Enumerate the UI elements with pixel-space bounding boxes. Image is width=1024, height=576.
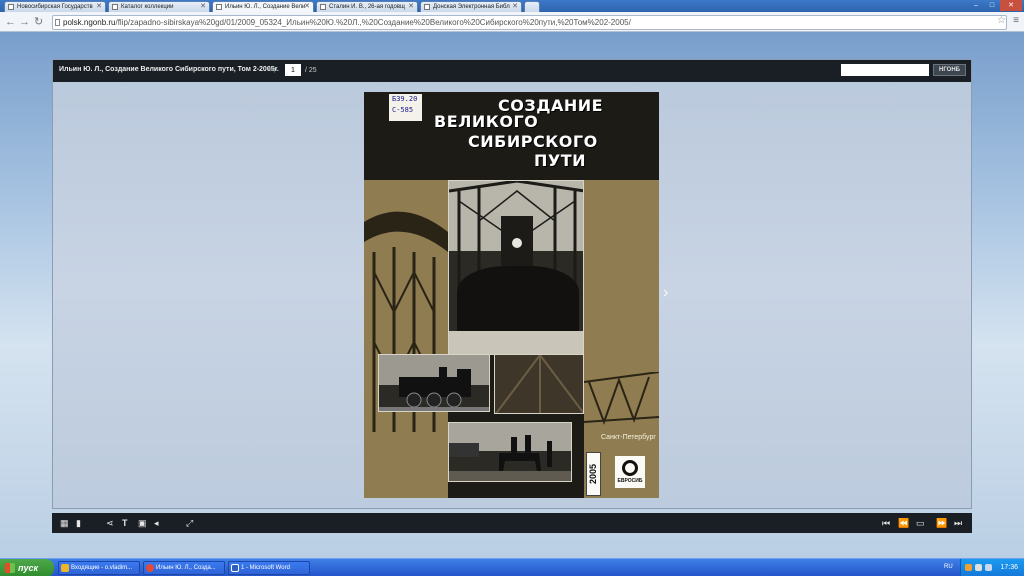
page-icon (320, 4, 326, 10)
task-label: 1 - Microsoft Word (241, 565, 290, 571)
cover-title-line-3: СИБИРСКОГО (468, 132, 598, 151)
tab-close-icon[interactable]: ✕ (200, 2, 206, 12)
tab-close-icon[interactable]: ✕ (408, 2, 414, 12)
viewer-header: Ильин Ю. Л., Создание Великого Сибирског… (53, 60, 971, 82)
share-icon[interactable]: ⋖ (106, 517, 114, 529)
bridge-truss (584, 372, 659, 425)
task-label: Входящие - o.vladim... (71, 565, 133, 571)
thumbnails-grid-icon[interactable]: ▦ (60, 517, 69, 529)
publisher-name: ЕВРОСИБ (617, 478, 643, 484)
page-icon (216, 4, 222, 10)
tab-close-icon[interactable]: ✕ (512, 2, 518, 12)
tab-close-icon[interactable]: ✕ (304, 2, 310, 12)
maximize-icon[interactable]: □ (984, 0, 1000, 11)
cover-title-line-4: ПУТИ (534, 151, 587, 170)
tab-don-library[interactable]: Донская Электронная Библ ✕ (420, 1, 522, 12)
taskbar-item-chrome[interactable]: Ильин Ю. Л., Созда... (143, 561, 225, 575)
tab-ilyin-book[interactable]: Ильин Ю. Л., Создание Вели ✕ (212, 1, 314, 12)
document-title: Ильин Ю. Л., Создание Великого Сибирског… (59, 66, 279, 73)
close-window-icon[interactable]: ✕ (1000, 0, 1022, 11)
page-icon (424, 4, 430, 10)
publisher-logo-icon (622, 460, 638, 476)
browser-tabstrip: Новосибирская Государств ✕ Каталог колле… (0, 0, 1024, 12)
fullscreen-icon[interactable]: ⤢ (186, 517, 193, 529)
publisher-city: Санкт-Петербург (601, 434, 656, 441)
bookmark-star-icon[interactable]: ☆ (997, 15, 1006, 26)
new-tab-button[interactable] (524, 1, 540, 12)
last-page-icon[interactable]: ⏭ (954, 517, 962, 529)
address-bar[interactable]: polsk.ngonb.ru/flip/zapadno-sibirskaya%2… (52, 15, 1007, 30)
page-total: / 25 (305, 67, 317, 74)
page-icon (55, 19, 60, 26)
taskbar-item-word[interactable]: 1 - Microsoft Word (228, 561, 310, 575)
text-mode-icon[interactable]: T (122, 517, 128, 529)
stamp-line-1: Б39.20 (392, 95, 418, 103)
search-input[interactable] (841, 64, 929, 76)
publisher-logo: ЕВРОСИБ (615, 456, 645, 488)
tab-ngonb[interactable]: Новосибирская Государств ✕ (4, 1, 106, 12)
library-stamp: Б39.20 С-585 (389, 94, 422, 121)
taskbar-item-outlook[interactable]: Входящие - o.vladim... (58, 561, 140, 575)
library-button[interactable]: НГОНБ (933, 64, 966, 76)
tab-label: Сталин И. В., 26-ая годовщ (329, 4, 405, 10)
cover-title-line-2: ВЕЛИКОГО (434, 112, 539, 131)
start-button[interactable]: пуск (0, 559, 54, 576)
outlook-icon (61, 564, 69, 572)
word-icon (231, 564, 239, 572)
cover-photo-track (494, 354, 584, 414)
chrome-icon (146, 564, 154, 572)
browser-toolbar: ← → ↻ polsk.ngonb.ru/flip/zapadno-sibirs… (0, 12, 1024, 32)
publication-year: 2005 (588, 463, 598, 485)
taskbar: пуск Входящие - o.vladim... Ильин Ю. Л.,… (0, 558, 1024, 576)
flipbook-viewer: Ильин Ю. Л., Создание Великого Сибирског… (52, 59, 972, 509)
menu-icon[interactable]: ≡ (1013, 15, 1019, 26)
window-controls: – □ ✕ (968, 0, 1022, 11)
minimize-icon[interactable]: – (968, 0, 984, 11)
cover-photo-horsemen (448, 422, 572, 482)
back-arrow-icon[interactable]: ← (5, 15, 16, 29)
reload-icon[interactable]: ↻ (34, 15, 43, 29)
stamp-line-2: С-585 (392, 106, 414, 114)
tab-label: Донская Электронная Библ (433, 4, 510, 10)
cover-sepia-right (584, 180, 659, 498)
next-page-chevron-icon[interactable]: › (663, 284, 668, 302)
start-label: пуск (18, 563, 39, 573)
network-icon[interactable] (975, 564, 982, 571)
tray-app-icon[interactable] (965, 564, 972, 571)
two-page-view-icon[interactable]: ▭ (916, 517, 925, 529)
first-page-icon[interactable]: ⏮ (882, 517, 890, 529)
sound-icon[interactable]: ◂ (154, 517, 159, 529)
page-number-input[interactable] (285, 64, 301, 76)
print-icon[interactable]: ▣ (138, 517, 147, 529)
book-cover[interactable]: Б39.20 С-585 СОЗДАНИЕ ВЕЛИКОГО СИБИРСКОГ… (364, 92, 659, 498)
page-icon (8, 4, 14, 10)
clock[interactable]: 17:36 (1000, 564, 1018, 571)
cover-photo-locomotive (378, 354, 490, 412)
forward-arrow-icon[interactable]: → (19, 15, 30, 29)
cover-photo-crowd (448, 180, 584, 355)
language-indicator[interactable]: RU (944, 564, 953, 570)
volume-icon[interactable] (985, 564, 992, 571)
year-box: 2005 (586, 452, 601, 496)
tab-label: Каталог коллекции (121, 4, 174, 10)
page-icon (112, 4, 118, 10)
bookmark-icon[interactable]: ▮ (76, 517, 81, 529)
next-page-icon[interactable]: ⏩ (936, 517, 947, 529)
url-path: /flip/zapadno-sibirskaya%20gd/01/2009_05… (115, 18, 631, 27)
tab-label: Новосибирская Государств (17, 4, 93, 10)
url-host: polsk.ngonb.ru (63, 18, 116, 27)
previous-page-icon[interactable]: ⏪ (898, 517, 909, 529)
viewer-controls: ▦ ▮ ⋖ T ▣ ◂ ⤢ ⏮ ⏪ ▭ ⏩ ⏭ (52, 513, 972, 533)
page-label: стр. (268, 67, 279, 73)
tab-label: Ильин Ю. Л., Создание Вели (225, 4, 306, 10)
windows-logo-icon (5, 563, 15, 573)
tab-close-icon[interactable]: ✕ (96, 2, 102, 12)
tab-stalin[interactable]: Сталин И. В., 26-ая годовщ ✕ (316, 1, 418, 12)
tab-catalog[interactable]: Каталог коллекции ✕ (108, 1, 210, 12)
system-tray: 17:36 (960, 559, 1024, 576)
task-label: Ильин Ю. Л., Созда... (156, 565, 216, 571)
